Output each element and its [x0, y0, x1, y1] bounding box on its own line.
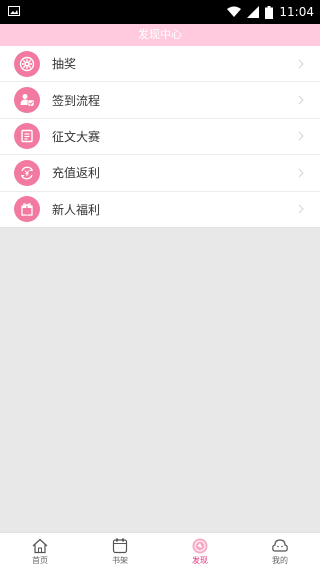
menu-item-label: 充值返利 [52, 166, 101, 181]
bookshelf-icon [112, 538, 128, 554]
gallery-notification-icon [8, 6, 20, 16]
chevron-right-icon [298, 59, 304, 69]
menu-item-newcomer-benefits[interactable]: 新人福利 [0, 192, 320, 228]
tab-discover[interactable]: 发现 [160, 533, 240, 569]
essay-contest-icon [14, 123, 40, 150]
menu-item-label: 征文大赛 [52, 129, 101, 144]
bottom-tab-bar: 首页 书架 发现 我的 [0, 532, 320, 569]
menu-item-checkin[interactable]: 签到流程 [0, 82, 320, 119]
home-icon [32, 538, 48, 554]
chevron-right-icon [298, 204, 304, 214]
discover-menu-list: 抽奖 签到流程 征文大赛 充值返利 新人福利 [0, 46, 320, 228]
tab-label: 书架 [112, 556, 128, 565]
recharge-rebate-icon [14, 159, 40, 186]
menu-item-essay-contest[interactable]: 征文大赛 [0, 119, 320, 156]
discover-icon [192, 538, 208, 554]
tab-label: 首页 [32, 556, 48, 565]
page-title: 发现中心 [0, 24, 320, 46]
battery-icon [265, 5, 274, 19]
profile-icon [272, 539, 288, 552]
chevron-right-icon [298, 168, 304, 178]
gift-icon [14, 196, 40, 223]
chevron-right-icon [298, 95, 304, 105]
tab-label: 我的 [272, 556, 288, 565]
checkin-icon [14, 87, 40, 114]
chevron-right-icon [298, 132, 304, 141]
wifi-icon [227, 6, 242, 17]
menu-item-recharge-rebate[interactable]: 充值返利 [0, 155, 320, 192]
tab-home[interactable]: 首页 [0, 533, 80, 569]
tab-bookshelf[interactable]: 书架 [80, 533, 160, 569]
menu-item-label: 抽奖 [52, 57, 77, 72]
lottery-wheel-icon [14, 50, 40, 77]
status-bar: 11:04 [0, 0, 320, 24]
menu-item-label: 新人福利 [52, 202, 101, 217]
signal-icon [247, 6, 260, 18]
tab-label: 发现 [192, 556, 208, 565]
tab-profile[interactable]: 我的 [240, 533, 320, 569]
menu-item-lottery[interactable]: 抽奖 [0, 46, 320, 83]
menu-item-label: 签到流程 [52, 93, 101, 108]
status-time: 11:04 [279, 5, 314, 19]
